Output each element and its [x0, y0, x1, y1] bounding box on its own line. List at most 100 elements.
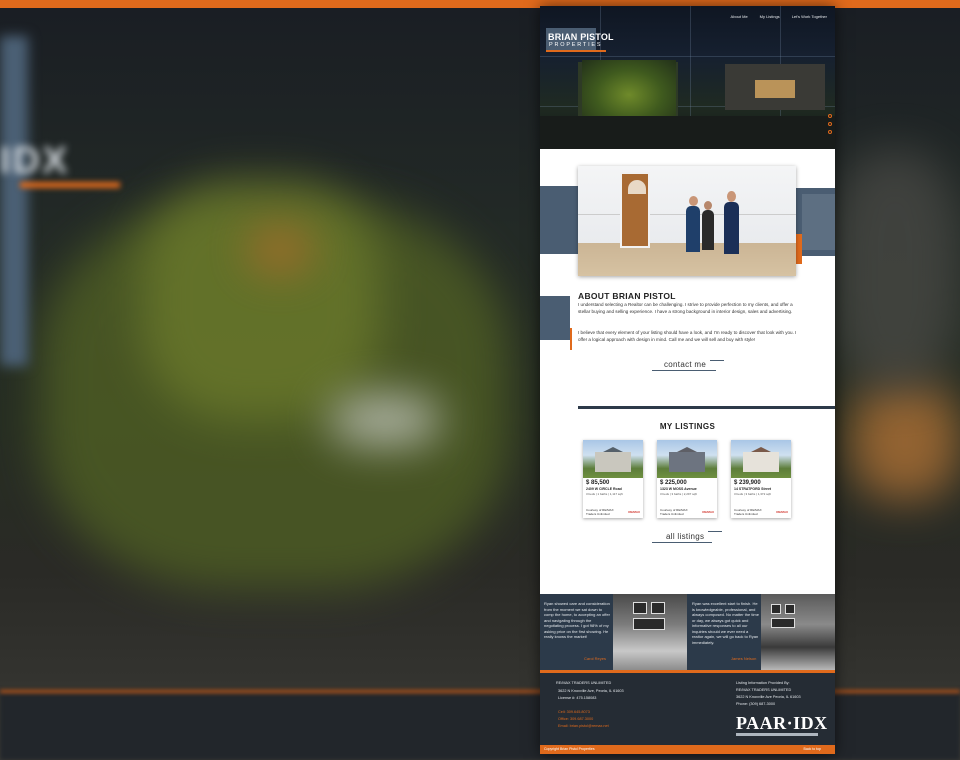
logo-name: BRIAN PISTOL	[548, 32, 614, 42]
listing-courtesy: Courtesy of RE/MAX Traders Unlimited	[660, 508, 688, 516]
listing-price: $ 239,900	[734, 480, 761, 486]
website-page: About Me My Listings Let's Work Together…	[540, 6, 835, 754]
backdrop-window	[330, 395, 440, 445]
photo-person	[702, 210, 714, 250]
nav-my-listings[interactable]: My Listings	[760, 14, 780, 19]
copyright-text: Copyright Brian Pistol Properties	[544, 747, 595, 751]
backdrop-logo-blur: IDX	[0, 140, 70, 182]
nav-about-me[interactable]: About Me	[731, 14, 748, 19]
listing-photo	[583, 440, 643, 478]
wall-frame	[771, 618, 795, 628]
listing-photo	[657, 440, 717, 478]
wall-frame	[771, 604, 781, 614]
testimonials-section: Ryan showed care and consideration from …	[540, 594, 835, 670]
listings-title: MY LISTINGS	[659, 422, 716, 431]
listing-card[interactable]: $ 239,900 14 STRATFORD Street 3 beds | 3…	[731, 440, 791, 518]
footer-cell[interactable]: Cell: 309.645.8073	[558, 710, 590, 714]
listing-house	[595, 452, 631, 472]
listing-card[interactable]: $ 85,500 2409 W CIRCLE Road 3 beds | 1 b…	[583, 440, 643, 518]
wall-frame	[785, 604, 795, 614]
all-listings-underline	[652, 542, 712, 543]
photo-person-head	[727, 191, 736, 202]
testimonial-photo	[761, 594, 835, 670]
logo-subtitle: PROPERTIES	[549, 42, 603, 48]
wall-frame	[633, 618, 665, 630]
footer-provided-by: Listing Information Provided By:	[736, 681, 790, 685]
remax-logo: RE/MAX	[702, 510, 714, 514]
backdrop-slate-panel	[0, 36, 28, 366]
footer-provider-address: 3622 N Knoxville Ave Peoria, IL 61603	[736, 695, 801, 699]
paar-idx-tagline-bar	[736, 733, 818, 736]
backdrop-light	[250, 230, 310, 270]
listing-meta: 3 beds | 3 baths | 2,297 sqft	[660, 492, 697, 496]
backdrop-house-right	[830, 150, 960, 390]
footer-provider: RE/MAX TRADERS UNLIMITED	[736, 688, 792, 692]
logo-underline	[546, 50, 606, 52]
listing-courtesy: Courtesy of RE/MAX Traders Unlimited	[586, 508, 614, 516]
footer-license: License #: 475.158083	[558, 696, 597, 700]
listing-address: 14 STRATFORD Street	[734, 487, 772, 491]
copyright-bar: Copyright Brian Pistol Properties Back t…	[540, 745, 835, 754]
deco-slate-left	[540, 186, 578, 254]
hero-ground	[540, 116, 835, 149]
section-divider	[578, 406, 835, 409]
main-nav: About Me My Listings Let's Work Together	[731, 14, 827, 19]
testimonial-quote: Ryan was excellent start to finish. He i…	[692, 601, 759, 645]
contact-underline	[652, 370, 716, 371]
slide-dot[interactable]	[828, 130, 832, 134]
testimonial-photo	[613, 594, 687, 670]
wall-frame	[633, 602, 647, 614]
deco-gray-right	[802, 194, 835, 250]
backdrop-orange-bar	[20, 182, 120, 188]
contact-overline	[710, 360, 724, 361]
slide-dot[interactable]	[828, 114, 832, 118]
about-paragraph: I believe that every element of your lis…	[578, 330, 797, 342]
testimonial-author: Carol Reyes	[584, 656, 607, 661]
about-paragraph: I understand selecting a Realtor can be …	[578, 302, 793, 314]
photo-person-head	[689, 196, 698, 206]
listing-address: 1323 W MOSS Avenue	[660, 487, 697, 491]
testimonial-quote: Ryan showed care and consideration from …	[544, 601, 610, 639]
hero-grid-line	[540, 56, 835, 57]
footer-office[interactable]: Office: 309.687.3000	[558, 717, 593, 721]
footer-company: RE/MAX TRADERS UNLIMITED	[556, 681, 612, 685]
slide-dot[interactable]	[828, 122, 832, 126]
slide-dots	[828, 114, 832, 134]
photo-door	[620, 172, 650, 248]
photo-person	[686, 206, 700, 252]
hero-window-light	[755, 80, 795, 98]
about-title: ABOUT BRIAN PISTOL	[578, 291, 676, 301]
backdrop-warm-window	[850, 380, 960, 500]
photo-door-window	[628, 180, 646, 194]
about-deco-slate	[540, 296, 570, 340]
listing-courtesy: Courtesy of RE/MAX Traders Unlimited	[734, 508, 762, 516]
backdrop-ivy-highlight	[140, 180, 380, 420]
remax-logo: RE/MAX	[628, 510, 640, 514]
listing-house	[743, 452, 779, 472]
about-deco-orange	[570, 328, 572, 350]
wall-frame	[651, 602, 665, 614]
hero-section: About Me My Listings Let's Work Together…	[540, 6, 835, 149]
testimonial-author: James Nelson	[731, 656, 757, 661]
contact-me-link[interactable]: contact me	[664, 360, 706, 369]
about-photo-scene	[578, 166, 796, 276]
all-listings-link[interactable]: all listings	[666, 532, 704, 541]
photo-person	[724, 202, 739, 254]
listing-address: 2409 W CIRCLE Road	[586, 487, 622, 491]
footer-address: 3622 N Knoxville Ave, Peoria, IL 61603	[558, 689, 624, 693]
footer-email[interactable]: Email: brian.pistol@remax.net	[558, 724, 609, 728]
listing-meta: 3 beds | 1 baths | 1,117 sqft	[586, 492, 623, 496]
listing-photo	[731, 440, 791, 478]
footer-provider-phone: Phone: (309) 687-3000	[736, 702, 776, 706]
about-photo	[578, 166, 796, 276]
back-to-top-link[interactable]: Back to top	[803, 747, 821, 751]
deco-orange-right	[796, 234, 802, 264]
listing-card[interactable]: $ 225,000 1323 W MOSS Avenue 3 beds | 3 …	[657, 440, 717, 518]
listing-house	[669, 452, 705, 472]
nav-lets-work-together[interactable]: Let's Work Together	[792, 14, 827, 19]
remax-logo: RE/MAX	[776, 510, 788, 514]
all-listings-overline	[708, 531, 722, 532]
photo-person-head	[704, 201, 712, 210]
hero-ivy-wall	[582, 60, 676, 118]
paar-idx-logo: PAAR·IDX	[736, 713, 828, 733]
